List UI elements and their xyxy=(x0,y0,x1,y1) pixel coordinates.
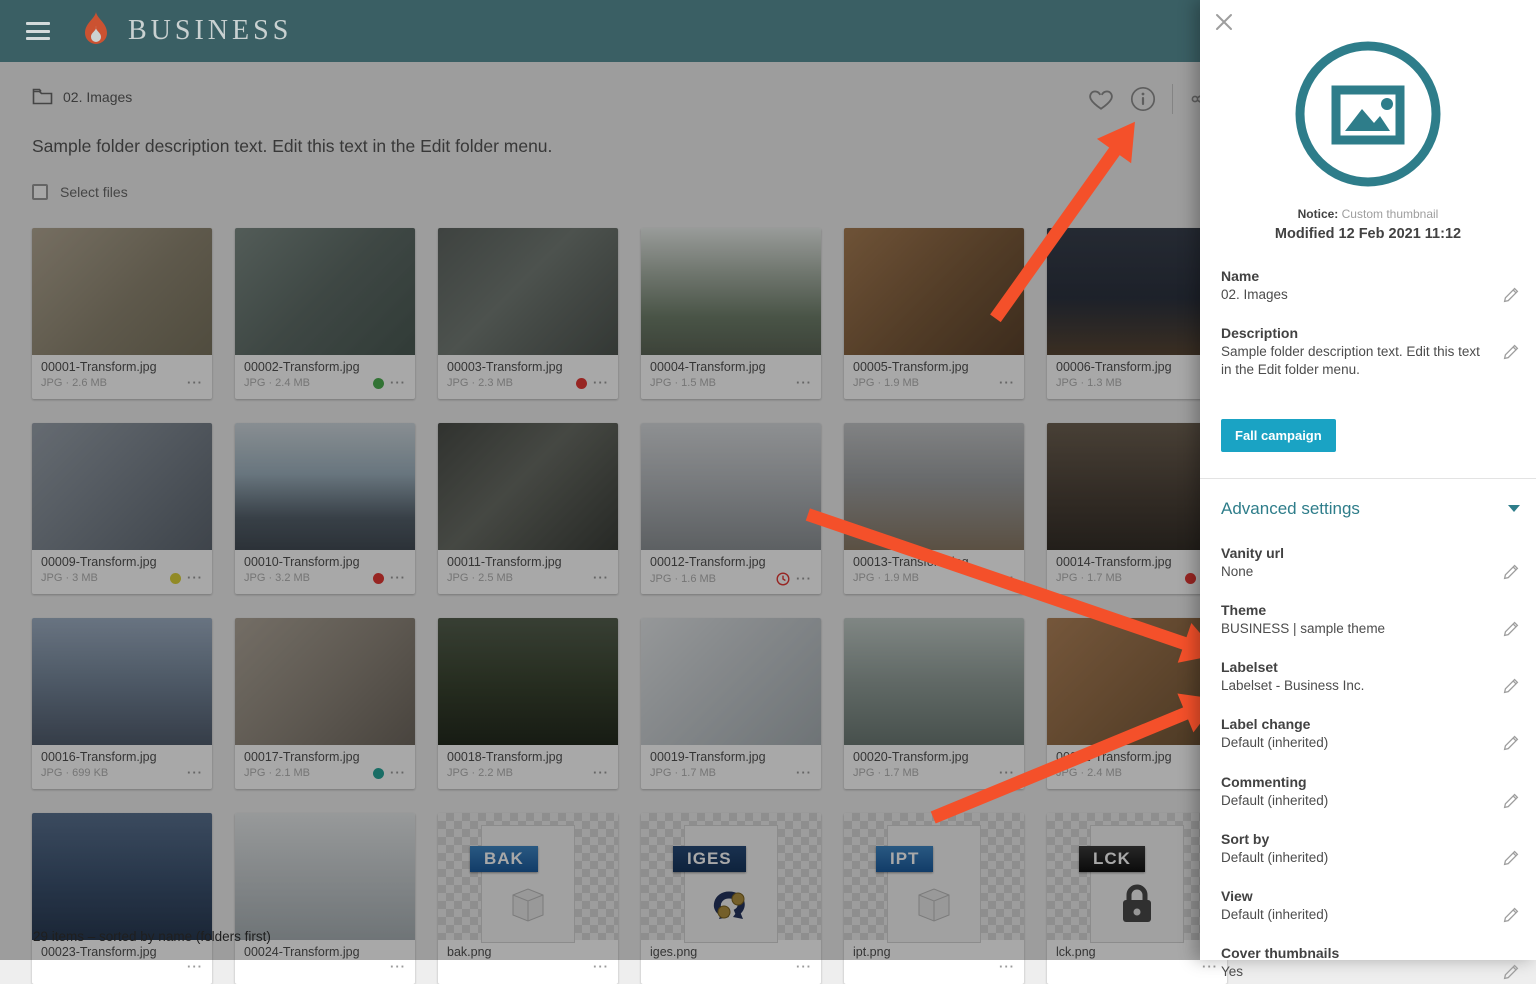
edit-pencil-icon[interactable] xyxy=(1503,677,1520,694)
field-description: Description Sample folder description tex… xyxy=(1221,325,1520,379)
field-name: Name 02. Images xyxy=(1221,268,1520,304)
field-value: Yes xyxy=(1221,963,1484,981)
field-label: Description xyxy=(1221,325,1484,341)
advanced-settings-title: Advanced settings xyxy=(1221,499,1360,519)
brand-title: BUSINESS xyxy=(128,15,292,47)
file-menu-button[interactable]: ··· xyxy=(187,962,203,972)
flame-logo-icon xyxy=(78,9,114,54)
advanced-field-theme: Theme BUSINESS | sample theme xyxy=(1221,602,1520,638)
file-menu-button[interactable]: ··· xyxy=(796,962,812,972)
folder-thumbnail-icon xyxy=(1292,38,1444,190)
file-menu-button[interactable]: ··· xyxy=(593,962,609,972)
advanced-fields: Vanity url None Theme BUSINESS | sample the… xyxy=(1221,545,1520,982)
field-value: 02. Images xyxy=(1221,286,1484,304)
field-value: Default (inherited) xyxy=(1221,792,1484,810)
file-menu-button[interactable]: ··· xyxy=(390,962,406,972)
advanced-settings-toggle[interactable]: Advanced settings xyxy=(1221,499,1520,519)
field-value: Sample folder description text. Edit thi… xyxy=(1221,343,1484,379)
advanced-field-label-change: Label change Default (inherited) xyxy=(1221,716,1520,752)
field-value: BUSINESS | sample theme xyxy=(1221,620,1484,638)
edit-pencil-icon[interactable] xyxy=(1503,849,1520,866)
file-menu-button[interactable]: ··· xyxy=(1202,962,1218,972)
field-label: Labelset xyxy=(1221,659,1484,675)
advanced-field-vanity-url: Vanity url None xyxy=(1221,545,1520,581)
field-label: Name xyxy=(1221,268,1484,284)
panel-divider xyxy=(1200,478,1536,479)
chevron-down-icon[interactable] xyxy=(1508,505,1520,512)
field-value: Default (inherited) xyxy=(1221,849,1484,867)
edit-pencil-icon[interactable] xyxy=(1503,792,1520,809)
advanced-field-cover-thumbnails: Cover thumbnails Yes xyxy=(1221,945,1520,981)
close-icon[interactable] xyxy=(1213,11,1235,33)
field-value: None xyxy=(1221,563,1484,581)
panel-fields: Name 02. Images Description Sample folder d… xyxy=(1221,268,1520,380)
field-label: Vanity url xyxy=(1221,545,1484,561)
edit-pencil-icon[interactable] xyxy=(1503,734,1520,751)
edit-pencil-icon[interactable] xyxy=(1503,286,1520,303)
edit-pencil-icon[interactable] xyxy=(1503,343,1520,360)
notice-line: Notice: Custom thumbnail xyxy=(1200,207,1536,221)
notice-value: Custom thumbnail xyxy=(1342,207,1439,221)
tag-fall-campaign-button[interactable]: Fall campaign xyxy=(1221,419,1336,452)
edit-pencil-icon[interactable] xyxy=(1503,563,1520,580)
field-value: Default (inherited) xyxy=(1221,734,1484,752)
field-label: Label change xyxy=(1221,716,1484,732)
field-label: Cover thumbnails xyxy=(1221,945,1484,961)
advanced-field-labelset: Labelset Labelset - Business Inc. xyxy=(1221,659,1520,695)
field-value: Labelset - Business Inc. xyxy=(1221,677,1484,695)
edit-pencil-icon[interactable] xyxy=(1503,620,1520,637)
modified-date: Modified 12 Feb 2021 11:12 xyxy=(1200,226,1536,242)
advanced-field-sort-by: Sort by Default (inherited) xyxy=(1221,831,1520,867)
notice-label: Notice: xyxy=(1298,207,1339,221)
file-menu-button[interactable]: ··· xyxy=(999,962,1015,972)
edit-pencil-icon[interactable] xyxy=(1503,906,1520,923)
folder-details-panel: Notice: Custom thumbnail Modified 12 Feb… xyxy=(1200,0,1536,960)
hamburger-menu-icon[interactable] xyxy=(26,22,50,40)
field-value: Default (inherited) xyxy=(1221,906,1484,924)
edit-pencil-icon[interactable] xyxy=(1503,963,1520,980)
field-label: Commenting xyxy=(1221,774,1484,790)
field-label: Sort by xyxy=(1221,831,1484,847)
advanced-field-view: View Default (inherited) xyxy=(1221,888,1520,924)
advanced-field-commenting: Commenting Default (inherited) xyxy=(1221,774,1520,810)
field-label: Theme xyxy=(1221,602,1484,618)
field-label: View xyxy=(1221,888,1484,904)
